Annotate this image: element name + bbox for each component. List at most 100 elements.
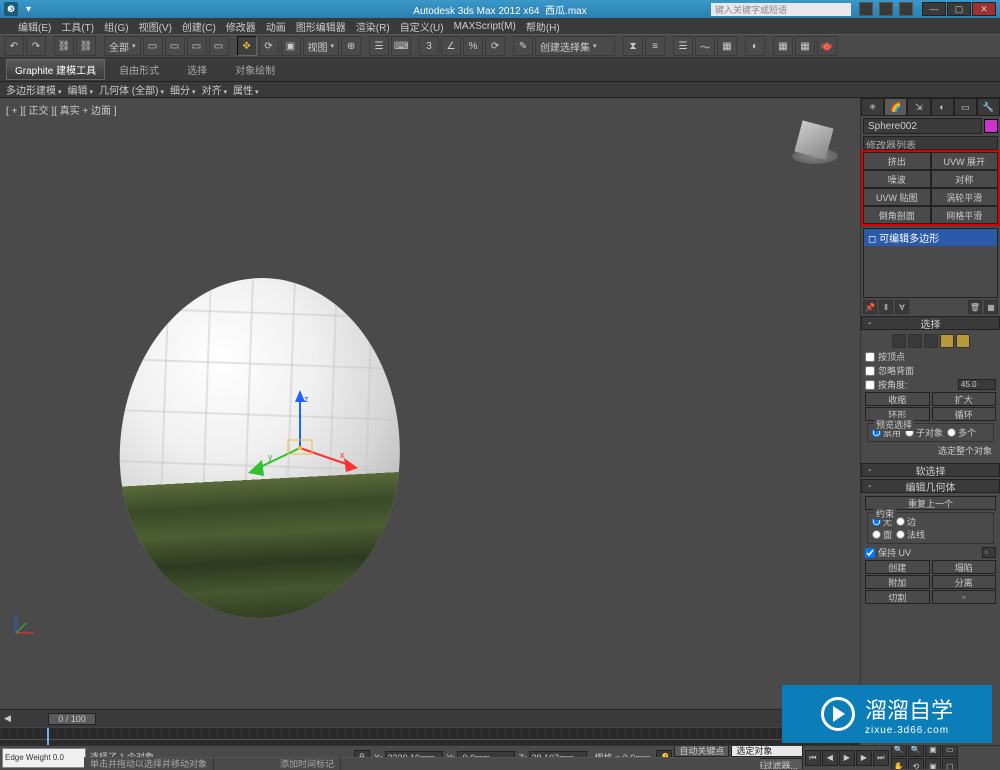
time-slider[interactable]: ◀ 0 / 100 xyxy=(0,709,860,727)
ribbon-objectpaint[interactable]: 对象绘制 xyxy=(221,62,289,77)
align-button[interactable]: ≡ xyxy=(645,36,665,56)
detach-button[interactable]: 分离 xyxy=(932,575,997,589)
track-bar[interactable] xyxy=(0,727,860,745)
ref-coord-system[interactable]: 视图▾ xyxy=(303,36,340,56)
menu-tools[interactable]: 工具(T) xyxy=(61,19,94,34)
stack-pin-icon[interactable]: 📌 xyxy=(863,300,877,314)
loop-button[interactable]: 循环 xyxy=(932,407,997,421)
orbit-icon[interactable]: ⟲ xyxy=(908,758,924,769)
rendered-frame-button[interactable]: ▦ xyxy=(795,36,815,56)
sr-polymodel[interactable]: 多边形建模 xyxy=(6,82,62,97)
stack-remove-icon[interactable]: 🗑 xyxy=(968,300,982,314)
object-color-swatch[interactable] xyxy=(984,119,998,133)
mod-symmetry[interactable]: 对称 xyxy=(931,170,999,188)
selection-filter[interactable]: 全部▾ xyxy=(104,36,141,56)
menu-create[interactable]: 创建(C) xyxy=(182,19,216,34)
next-frame-icon[interactable]: ▶ xyxy=(856,750,872,766)
menu-animation[interactable]: 动画 xyxy=(266,19,286,34)
select-whole-object[interactable]: 选定整个对象 xyxy=(869,444,992,457)
graphite-tab[interactable]: Graphite 建模工具 xyxy=(6,59,105,80)
goto-start-icon[interactable]: ⏮ xyxy=(805,750,821,766)
menu-rendering[interactable]: 渲染(R) xyxy=(356,19,390,34)
named-selection-sets[interactable]: 创建选择集▾ xyxy=(535,36,615,56)
select-button[interactable]: ▭ xyxy=(143,36,163,56)
autokey-button[interactable]: 自动关键点 xyxy=(674,745,729,757)
angle-spinner[interactable]: 45.0 xyxy=(958,379,996,390)
selected-filter[interactable]: 选定对象 xyxy=(731,745,803,757)
element-icon[interactable] xyxy=(956,334,970,348)
stack-config-icon[interactable]: ▦ xyxy=(984,300,998,314)
ribbon-selection[interactable]: 选择 xyxy=(173,62,221,77)
sr-subdiv[interactable]: 细分 xyxy=(170,82,196,97)
keymode-button[interactable]: ⌨ xyxy=(391,36,411,56)
preview-multi-radio[interactable] xyxy=(947,428,956,437)
mod-uvw-map[interactable]: UVW 贴图 xyxy=(863,188,931,206)
menu-edit[interactable]: 编辑(E) xyxy=(18,19,51,34)
rollout-softselection-header[interactable]: 软选择 xyxy=(861,463,1000,477)
render-button[interactable]: 🫖 xyxy=(817,36,837,56)
layers-button[interactable]: ☰ xyxy=(673,36,693,56)
modifier-stack[interactable]: 可编辑多边形 xyxy=(863,228,998,298)
minimize-button[interactable]: — xyxy=(922,2,946,16)
viewcube[interactable] xyxy=(790,118,840,168)
viewport[interactable]: [ + ][ 正交 ][ 真实 + 边面 ] z x y xyxy=(0,98,860,709)
menu-help[interactable]: 帮助(H) xyxy=(526,19,560,34)
tab-utilities[interactable]: 🔧 xyxy=(977,98,1000,116)
pan-icon[interactable]: ✋ xyxy=(891,758,907,769)
object-name-field[interactable]: Sphere002 xyxy=(863,118,982,134)
mirror-button[interactable]: ⧗ xyxy=(623,36,643,56)
rotate-button[interactable]: ⟳ xyxy=(259,36,279,56)
percent-snap-button[interactable]: % xyxy=(463,36,483,56)
play-icon[interactable]: ▶ xyxy=(839,750,855,766)
redo-button[interactable]: ↷ xyxy=(26,36,46,56)
select-region-button[interactable]: ▭ xyxy=(187,36,207,56)
min-max-icon[interactable]: ▢ xyxy=(942,758,958,769)
cons-normal-radio[interactable] xyxy=(896,530,905,539)
fov-icon[interactable]: ▭ xyxy=(942,745,958,757)
stack-editable-poly[interactable]: 可编辑多边形 xyxy=(864,229,997,246)
material-editor-button[interactable]: ◐ xyxy=(745,36,765,56)
script-listener[interactable]: Edge Weight 0.0 xyxy=(2,748,86,768)
menu-customize[interactable]: 自定义(U) xyxy=(400,19,444,34)
app-icon[interactable]: ❸ xyxy=(4,2,18,16)
angle-snap-button[interactable]: ∠ xyxy=(441,36,461,56)
zoom-icon[interactable]: 🔍 xyxy=(891,745,907,757)
time-slider-knob[interactable]: 0 / 100 xyxy=(48,713,96,725)
close-button[interactable]: ✕ xyxy=(972,2,996,16)
zoom-all-icon[interactable]: 🔍 xyxy=(908,745,924,757)
edge-icon[interactable] xyxy=(908,334,922,348)
menu-group[interactable]: 组(G) xyxy=(104,19,128,34)
curve-editor-button[interactable]: 〜 xyxy=(695,36,715,56)
tab-display[interactable]: ▭ xyxy=(954,98,977,116)
infocenter-icon[interactable] xyxy=(859,2,873,16)
tab-hierarchy[interactable]: ⇲ xyxy=(907,98,930,116)
menu-grapheditors[interactable]: 图形编辑器 xyxy=(296,19,346,34)
by-vertex-checkbox[interactable] xyxy=(865,352,875,362)
tab-motion[interactable]: ◐ xyxy=(931,98,954,116)
tab-modify[interactable]: 🌈 xyxy=(884,98,907,116)
scale-button[interactable]: ▣ xyxy=(281,36,301,56)
mod-bevel-profile[interactable]: 倒角剖面 xyxy=(863,206,931,224)
menu-views[interactable]: 视图(V) xyxy=(139,19,172,34)
time-indicator[interactable] xyxy=(47,728,49,746)
polygon-icon[interactable] xyxy=(940,334,954,348)
link-button[interactable]: ⛓ xyxy=(54,36,74,56)
sr-props[interactable]: 属性 xyxy=(233,82,259,97)
collapse-button[interactable]: 塌陷 xyxy=(932,560,997,574)
help-icon[interactable] xyxy=(899,2,913,16)
ignore-backfacing-checkbox[interactable] xyxy=(865,366,875,376)
maximize-viewport-icon[interactable]: ▣ xyxy=(925,758,941,769)
slice-button[interactable]: 切割 xyxy=(865,590,930,604)
ribbon-freeform[interactable]: 自由形式 xyxy=(105,62,173,77)
preserve-uv-settings[interactable]: ▫ xyxy=(982,547,996,558)
menu-maxscript[interactable]: MAXScript(M) xyxy=(454,21,516,32)
manip-button[interactable]: ☰ xyxy=(369,36,389,56)
menu-modifiers[interactable]: 修改器 xyxy=(226,19,256,34)
select-name-button[interactable]: ▭ xyxy=(165,36,185,56)
zoom-ext-icon[interactable]: ▣ xyxy=(925,745,941,757)
grow-button[interactable]: 扩大 xyxy=(932,392,997,406)
maximize-button[interactable]: ▢ xyxy=(947,2,971,16)
undo-button[interactable]: ↶ xyxy=(4,36,24,56)
rollout-selection-header[interactable]: 选择 xyxy=(861,316,1000,330)
cons-edge-radio[interactable] xyxy=(896,517,905,526)
